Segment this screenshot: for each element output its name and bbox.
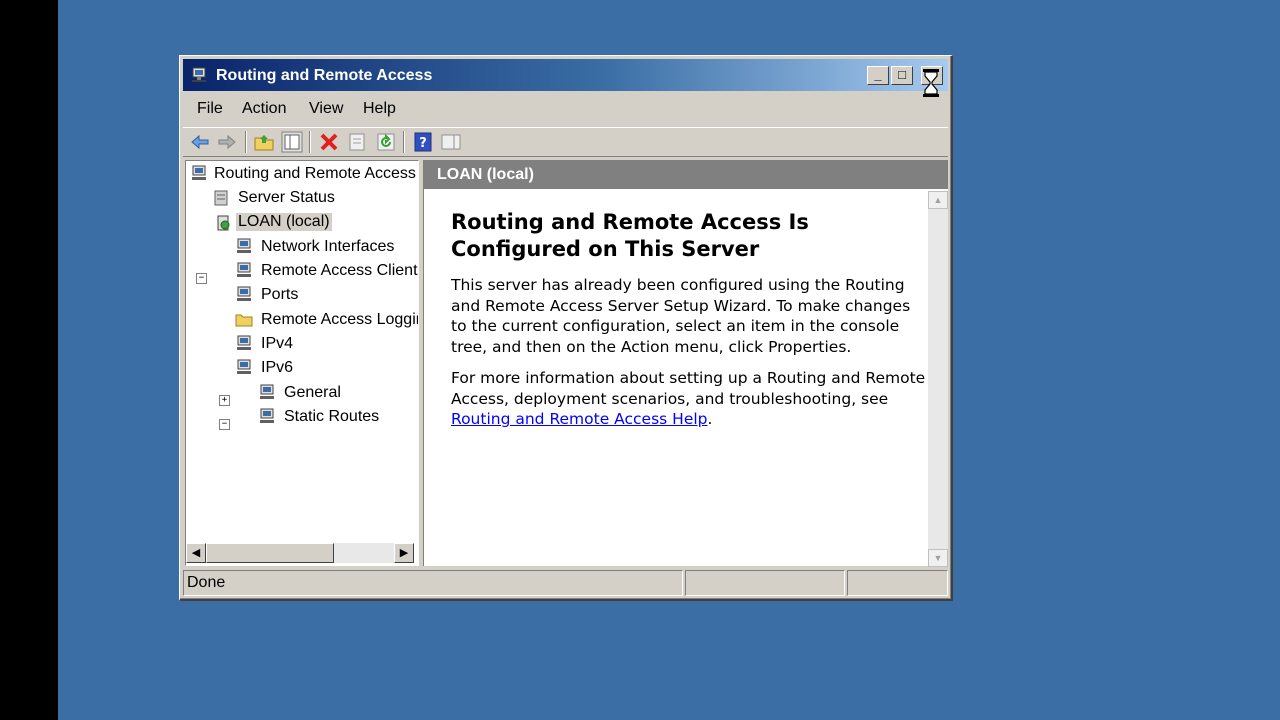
scroll-thumb[interactable] — [206, 543, 334, 563]
maximize-button[interactable]: □ — [891, 66, 913, 85]
details-heading: Routing and Remote Access Is Configured … — [451, 210, 809, 261]
title-bar[interactable]: Routing and Remote Access _ □ ✕ — [183, 59, 948, 91]
window-title: Routing and Remote Access — [216, 67, 433, 84]
busy-cursor-icon — [923, 69, 939, 97]
rras-icon — [192, 165, 206, 180]
chevron-up-icon: ▲ — [933, 195, 943, 205]
refresh-icon[interactable] — [375, 131, 397, 153]
tree-item-label: Remote Access Logging — [261, 311, 419, 328]
details-paragraph-2-text: For more information about setting up a … — [451, 368, 926, 408]
minimize-icon: _ — [874, 67, 882, 82]
remote-access-clients-icon — [237, 262, 251, 277]
collapse-loan-toggle[interactable]: − — [196, 273, 207, 284]
menu-bar: File Action View Help — [183, 94, 948, 124]
status-cell-3 — [847, 570, 948, 596]
tree-item-label: IPv6 — [261, 359, 294, 376]
properties-icon[interactable] — [346, 131, 368, 153]
scroll-right-button[interactable]: ▶ — [394, 543, 414, 563]
menu-view[interactable]: View — [309, 100, 343, 118]
rras-window: Routing and Remote Access _ □ ✕ File Act… — [179, 55, 953, 601]
toolbar: ? — [183, 127, 948, 157]
ipv6-icon — [237, 359, 251, 374]
tree-item-label: Remote Access Clients (0) — [261, 262, 418, 279]
show-hide-action-pane-icon[interactable] — [440, 131, 462, 153]
forward-icon[interactable] — [216, 131, 238, 153]
details-paragraph-2-end: . — [707, 410, 713, 429]
server-icon — [217, 215, 230, 231]
details-paragraph-2: For more information about setting up a … — [451, 368, 929, 430]
ipv4-icon — [237, 335, 251, 350]
status-cell-2 — [685, 570, 845, 596]
menu-file[interactable]: File — [197, 100, 223, 118]
details-header-title: LOAN (local) — [437, 166, 534, 183]
scroll-down-button[interactable]: ▼ — [928, 549, 948, 567]
tree-item-label: Network Interfaces — [261, 238, 395, 255]
scroll-up-button[interactable]: ▲ — [928, 191, 948, 209]
tree-horizontal-scrollbar[interactable]: ◀ ▶ — [186, 543, 414, 563]
tree-item-label: IPv4 — [261, 335, 294, 352]
status-cell-main: Done — [183, 570, 683, 596]
tree-item-label: General — [284, 384, 341, 401]
chevron-left-icon: ◀ — [191, 547, 201, 559]
toolbar-separator — [245, 131, 247, 153]
collapse-ipv6-toggle[interactable]: − — [219, 419, 230, 430]
status-bar: Done — [183, 570, 948, 596]
scroll-left-button[interactable]: ◀ — [186, 543, 206, 563]
back-icon[interactable] — [189, 131, 211, 153]
svg-text:?: ? — [419, 136, 427, 151]
expand-ipv4-toggle[interactable]: + — [219, 395, 230, 406]
up-folder-icon[interactable] — [253, 131, 275, 153]
details-content: Routing and Remote Access Is Configured … — [451, 209, 929, 440]
menu-help[interactable]: Help — [363, 100, 396, 118]
console-tree: Routing and Remote Access Server Status … — [185, 160, 419, 566]
menu-action[interactable]: Action — [242, 100, 286, 118]
tree-item-label: Ports — [261, 286, 299, 303]
chevron-down-icon: ▼ — [933, 553, 943, 563]
help-icon[interactable]: ? — [412, 131, 434, 153]
rras-help-link[interactable]: Routing and Remote Access Help — [451, 410, 708, 428]
chevron-right-icon: ▶ — [399, 547, 409, 559]
ports-icon — [237, 286, 251, 301]
general-icon — [260, 384, 274, 399]
tree-item-label: Server Status — [238, 189, 335, 206]
status-text: Done — [187, 574, 226, 591]
details-vertical-scrollbar[interactable]: ▲ ▼ — [928, 191, 948, 567]
details-header: LOAN (local) — [424, 161, 948, 189]
server-status-icon — [214, 190, 228, 206]
show-hide-console-tree-icon[interactable] — [281, 131, 303, 153]
tree-item-label: LOAN (local) — [236, 213, 332, 231]
delete-icon[interactable] — [318, 131, 340, 153]
details-paragraph-1: This server has already been configured … — [451, 276, 911, 357]
details-pane: LOAN (local) Routing and Remote Access I… — [423, 160, 948, 567]
maximize-icon: □ — [898, 67, 906, 82]
rras-app-icon — [192, 67, 206, 82]
toolbar-separator — [309, 131, 311, 153]
network-interfaces-icon — [237, 238, 251, 253]
tree-item-label: Routing and Remote Access — [214, 165, 416, 182]
static-routes-icon — [260, 408, 274, 423]
minimize-button[interactable]: _ — [867, 66, 889, 85]
toolbar-separator — [403, 131, 405, 153]
folder-icon — [235, 314, 253, 327]
tree-item-label: Static Routes — [284, 408, 380, 425]
